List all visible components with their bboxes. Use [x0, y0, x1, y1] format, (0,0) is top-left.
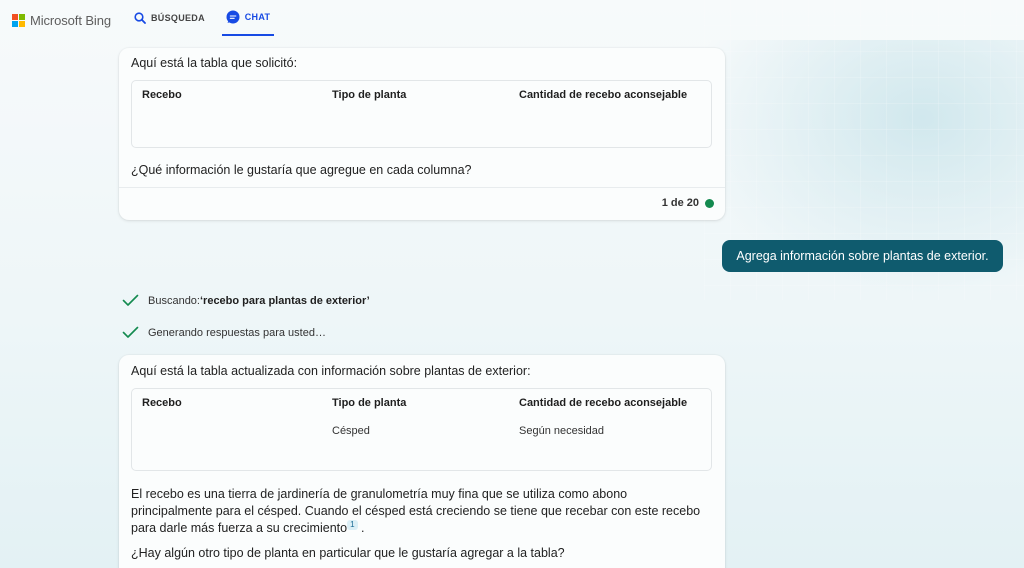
user-message-text: Agrega información sobre plantas de exte…: [736, 249, 989, 263]
checkmark-icon: [122, 294, 139, 306]
top-bar: Microsoft Bing BÚSQUEDA CHAT: [0, 0, 1024, 40]
table-cell-cantidad: Según necesidad: [519, 425, 605, 437]
checkmark-icon: [122, 326, 139, 338]
tab-chat[interactable]: CHAT: [222, 0, 274, 36]
bot-response-card: Aquí está la tabla que solicitó: Recebo …: [119, 48, 725, 220]
search-icon: [134, 12, 146, 24]
response-paragraph-text: El recebo es una tierra de jardinería de…: [131, 487, 701, 536]
response-table: Recebo Tipo de planta Cantidad de recebo…: [131, 80, 712, 148]
bing-logo[interactable]: Microsoft Bing: [12, 13, 111, 28]
citation-link[interactable]: 1: [347, 520, 358, 530]
response-paragraph-end: .: [361, 521, 365, 536]
status-searching: Buscando: ‘recebo para plantas de exteri…: [122, 294, 370, 307]
turn-counter-text: 1 de 20: [661, 197, 699, 209]
status-generating: Generando respuestas para usted…: [122, 326, 326, 339]
logo-text: Microsoft Bing: [30, 13, 111, 28]
table-header-tipo: Tipo de planta: [332, 397, 407, 409]
response-paragraph: El recebo es una tierra de jardinería de…: [131, 486, 711, 537]
tab-chat-label: CHAT: [244, 12, 271, 22]
microsoft-logo-icon: [12, 14, 25, 27]
bot-response-card: Aquí está la tabla actualizada con infor…: [119, 355, 725, 568]
status-searching-query: ‘recebo para plantas de exterior’: [199, 294, 370, 307]
response-table: Recebo Tipo de planta Cantidad de recebo…: [131, 388, 712, 471]
tab-search[interactable]: BÚSQUEDA: [134, 0, 205, 36]
table-header-recebo: Recebo: [142, 89, 182, 101]
chat-icon: [226, 10, 240, 24]
turn-counter: 1 de 20: [662, 197, 714, 209]
table-cell-tipo: Césped: [332, 425, 370, 437]
response-intro: Aquí está la tabla que solicitó:: [131, 56, 298, 70]
table-header-recebo: Recebo: [142, 397, 182, 409]
table-header-tipo: Tipo de planta: [332, 89, 407, 101]
user-message-bubble: Agrega información sobre plantas de exte…: [722, 240, 1003, 272]
status-searching-prefix: Buscando:: [148, 294, 200, 307]
response-question: ¿Hay algún otro tipo de planta en partic…: [131, 546, 565, 560]
response-intro: Aquí está la tabla actualizada con infor…: [131, 364, 531, 378]
response-question: ¿Qué información le gustaría que agregue…: [131, 163, 472, 177]
table-header-cantidad: Cantidad de recebo aconsejable: [519, 397, 688, 409]
status-dot-icon: [705, 198, 714, 208]
table-header-cantidad: Cantidad de recebo aconsejable: [519, 89, 688, 101]
tab-search-label: BÚSQUEDA: [151, 13, 205, 23]
card-divider: [119, 187, 725, 188]
status-generating-text: Generando respuestas para usted…: [148, 326, 326, 339]
